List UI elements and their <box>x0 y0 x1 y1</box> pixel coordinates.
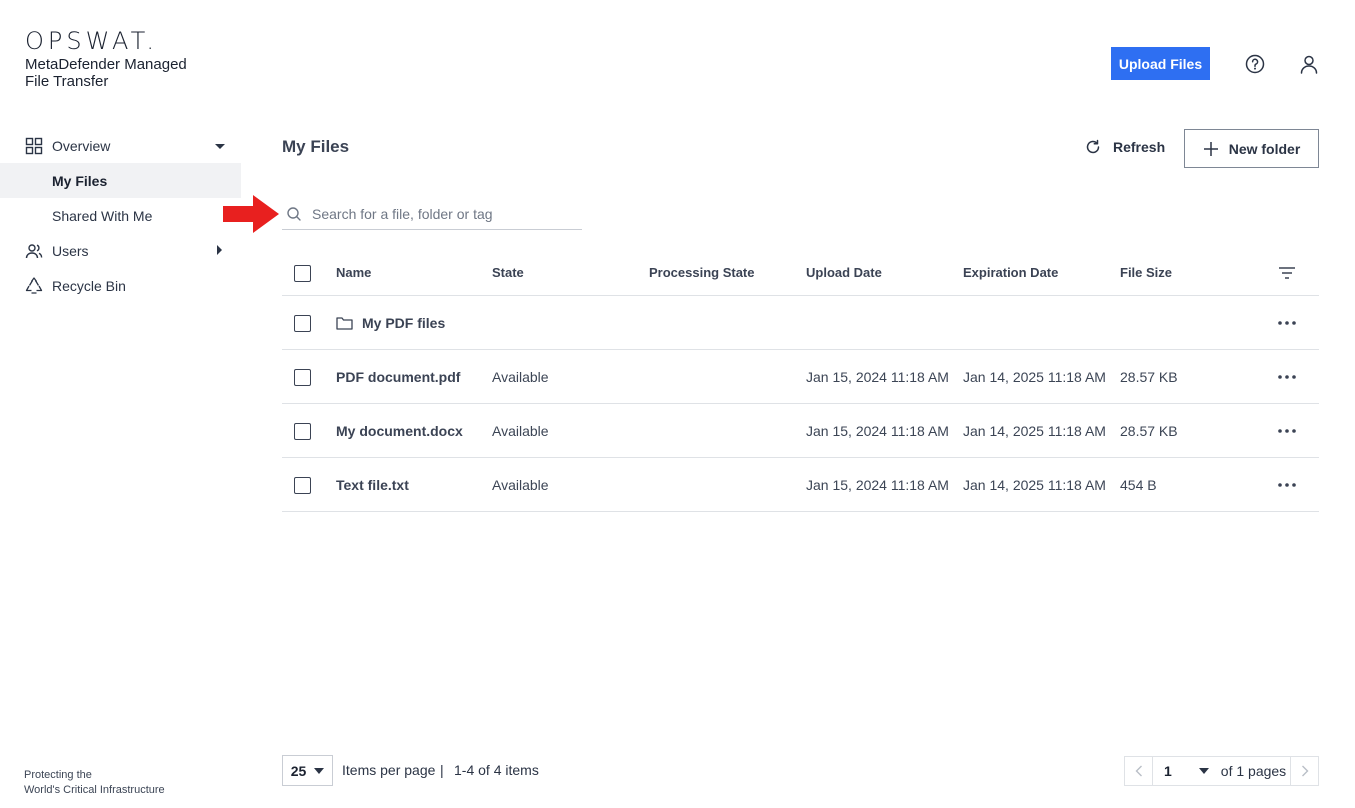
sidebar-item-label: Overview <box>52 137 111 154</box>
sidebar-item-shared-with-me[interactable]: Shared With Me <box>0 198 241 233</box>
sidebar-item-recycle-bin[interactable]: Recycle Bin <box>0 268 241 303</box>
sidebar-item-label: My Files <box>52 172 108 189</box>
product-name-line1: MetaDefender Managed <box>25 56 187 73</box>
table-header: Name State Processing State Upload Date … <box>282 250 1319 296</box>
total-pages: of 1 pages <box>1217 756 1290 786</box>
row-checkbox[interactable] <box>294 368 311 386</box>
table-row[interactable]: My document.docx Available Jan 15, 2024 … <box>282 404 1319 458</box>
sidebar-item-label: Shared With Me <box>52 207 153 224</box>
current-page: 1 <box>1164 763 1172 779</box>
file-name[interactable]: PDF document.pdf <box>336 350 460 403</box>
users-icon <box>25 242 43 260</box>
product-name: MetaDefender Managed File Transfer <box>25 56 225 90</box>
column-header-upload-date[interactable]: Upload Date <box>806 250 882 295</box>
new-folder-button[interactable]: New folder <box>1184 129 1319 168</box>
next-page-button[interactable] <box>1290 756 1319 786</box>
more-options-icon[interactable] <box>1274 458 1300 511</box>
red-arrow-annotation <box>223 195 279 233</box>
sidebar-item-overview[interactable]: Overview <box>0 128 241 163</box>
items-per-page-value: 25 <box>290 762 307 779</box>
user-icon[interactable] <box>1298 53 1320 75</box>
search-bar[interactable] <box>282 198 582 230</box>
caret-down-icon <box>1199 768 1209 774</box>
page-select[interactable]: 1 <box>1153 756 1217 786</box>
state-cell: Available <box>492 422 549 439</box>
file-size-cell: 454 B <box>1120 476 1157 493</box>
table-row[interactable]: PDF document.pdf Available Jan 15, 2024 … <box>282 350 1319 404</box>
sidebar-item-label: Recycle Bin <box>52 277 126 294</box>
file-name[interactable]: My document.docx <box>336 404 463 457</box>
state-cell: Available <box>492 476 549 493</box>
row-checkbox[interactable] <box>294 314 311 332</box>
opswat-logo: OPSWAT. <box>25 27 159 55</box>
items-per-page-label: Items per page <box>342 762 436 778</box>
caret-down-icon <box>314 767 325 774</box>
file-size-cell: 28.57 KB <box>1120 368 1178 385</box>
more-options-icon[interactable] <box>1274 350 1300 403</box>
grid-icon <box>25 137 43 155</box>
state-cell: Available <box>492 368 549 385</box>
recycle-icon <box>25 276 43 295</box>
sidebar-item-users[interactable]: Users <box>0 233 241 268</box>
column-header-expiration-date[interactable]: Expiration Date <box>963 250 1058 295</box>
items-range: 1-4 of 4 items <box>454 762 539 778</box>
page-title: My Files <box>282 137 350 156</box>
refresh-button[interactable]: Refresh <box>1084 132 1165 162</box>
upload-date-cell: Jan 15, 2024 11:18 AM <box>806 476 949 493</box>
file-name-cell[interactable]: My PDF files <box>336 296 445 349</box>
sidebar-item-label: Users <box>52 242 89 259</box>
upload-date-cell: Jan 15, 2024 11:18 AM <box>806 422 949 439</box>
column-header-state[interactable]: State <box>492 250 524 295</box>
previous-page-button[interactable] <box>1124 756 1153 786</box>
page-navigator: 1 of 1 pages <box>1124 756 1319 786</box>
footer-tagline: Protecting the World's Critical Infrastr… <box>24 768 165 798</box>
folder-icon <box>336 316 353 330</box>
files-table: Name State Processing State Upload Date … <box>282 250 1319 512</box>
plus-icon <box>1203 141 1218 156</box>
chevron-left-icon <box>1135 765 1142 777</box>
column-header-name[interactable]: Name <box>336 250 371 295</box>
expiration-date-cell: Jan 14, 2025 11:18 AM <box>963 422 1106 439</box>
table-row[interactable]: Text file.txt Available Jan 15, 2024 11:… <box>282 458 1319 512</box>
search-icon <box>287 206 301 221</box>
table-row[interactable]: My PDF files <box>282 296 1319 350</box>
sidebar-item-my-files[interactable]: My Files <box>0 163 241 198</box>
chevron-right-icon <box>1301 765 1308 777</box>
row-checkbox[interactable] <box>294 422 311 440</box>
search-input[interactable] <box>312 205 572 222</box>
caret-right-icon[interactable] <box>216 243 224 259</box>
upload-files-button[interactable]: Upload Files <box>1111 47 1210 80</box>
row-checkbox[interactable] <box>294 476 311 494</box>
expiration-date-cell: Jan 14, 2025 11:18 AM <box>963 368 1106 385</box>
refresh-label: Refresh <box>1113 139 1166 155</box>
file-name: My PDF files <box>362 314 446 331</box>
select-all-checkbox[interactable] <box>294 264 311 282</box>
pagination-separator: | <box>440 762 444 778</box>
column-header-processing-state[interactable]: Processing State <box>649 250 755 295</box>
more-options-icon[interactable] <box>1274 296 1300 349</box>
help-icon[interactable] <box>1244 53 1266 75</box>
caret-down-icon[interactable] <box>214 138 226 154</box>
file-size-cell: 28.57 KB <box>1120 422 1178 439</box>
refresh-icon <box>1086 139 1100 154</box>
expiration-date-cell: Jan 14, 2025 11:18 AM <box>963 476 1106 493</box>
filter-columns-icon[interactable] <box>1274 250 1300 295</box>
items-per-page-select[interactable]: 25 <box>282 755 333 786</box>
more-options-icon[interactable] <box>1274 404 1300 457</box>
footer-tagline-line2: World's Critical Infrastructure <box>24 784 165 796</box>
upload-date-cell: Jan 15, 2024 11:18 AM <box>806 368 949 385</box>
new-folder-label: New folder <box>1228 140 1301 157</box>
footer-tagline-line1: Protecting the <box>24 769 92 781</box>
file-name[interactable]: Text file.txt <box>336 458 409 511</box>
column-header-file-size[interactable]: File Size <box>1120 250 1172 295</box>
product-name-line2: File Transfer <box>25 73 109 90</box>
